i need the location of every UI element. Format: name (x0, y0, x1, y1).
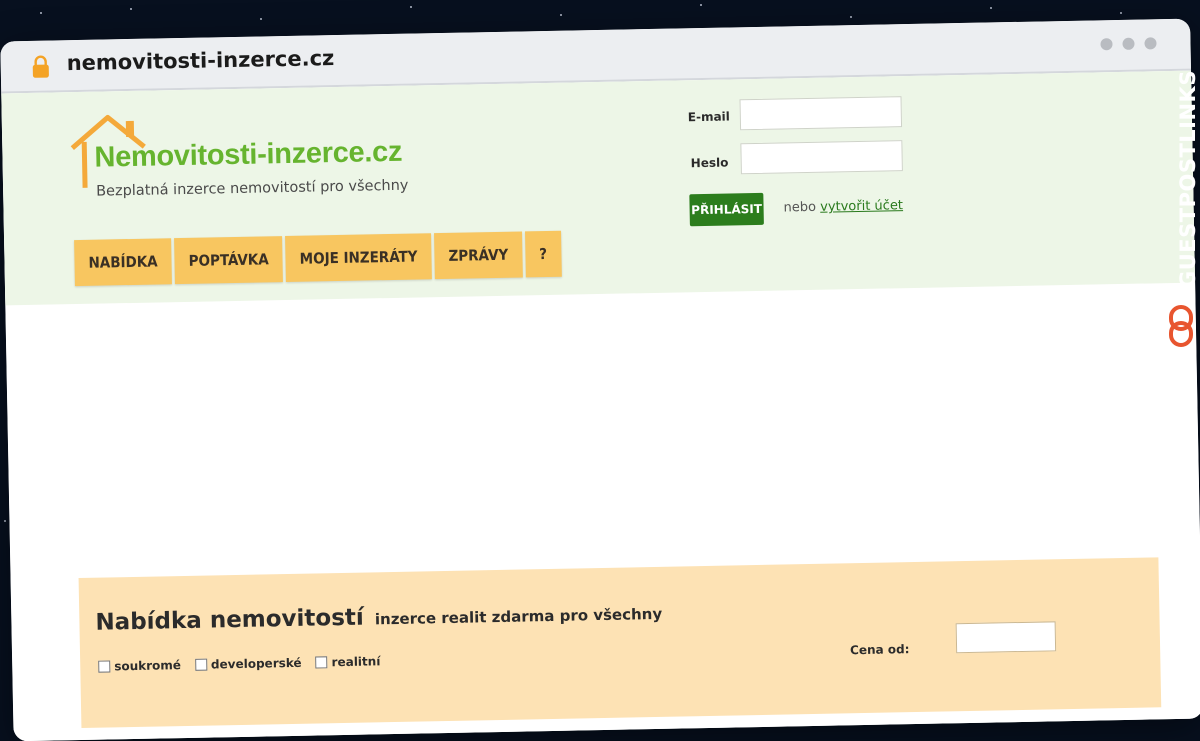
offers-subtitle: inzerce realit zdarma pro všechny (374, 604, 663, 629)
guestpostlinks-watermark: GUESTPOSTLINKS (1162, 58, 1200, 358)
checkbox[interactable] (98, 660, 111, 673)
window-dot-icon[interactable] (1100, 38, 1113, 51)
nav-zpravy[interactable]: ZPRÁVY (434, 231, 523, 280)
window-dot-icon[interactable] (1144, 37, 1157, 50)
chain-link-icon (1169, 305, 1193, 347)
email-label: E-mail (687, 109, 730, 125)
checkbox-label: developerské (210, 655, 302, 672)
filter-realitni[interactable]: realitní (315, 654, 380, 669)
offers-panel: Nabídka nemovitostí inzerce realit zdarm… (78, 557, 1162, 729)
nav-help[interactable]: ? (524, 230, 562, 278)
filter-soukrome[interactable]: soukromé (98, 658, 181, 674)
main-navigation: NABÍDKA POPTÁVKA MOJE INZERÁTY ZPRÁVY ? (74, 230, 562, 287)
address-bar-url[interactable]: nemovitosti-inzerce.cz (66, 46, 334, 75)
nav-nabidka[interactable]: NABÍDKA (74, 238, 173, 287)
checkbox[interactable] (194, 658, 208, 671)
window-controls (1100, 37, 1157, 51)
create-account-link[interactable]: vytvořit účet (820, 198, 903, 215)
price-from-label: Cena od: (849, 642, 910, 658)
offers-title: Nabídka nemovitostí (95, 604, 365, 636)
web-page: Nemovitosti-inzerce.cz Bezplatná inzerce… (1, 70, 1200, 741)
password-field[interactable] (740, 140, 903, 175)
login-button[interactable]: PŘIHLÁSIT (689, 192, 764, 227)
offers-heading: Nabídka nemovitostí inzerce realit zdarm… (95, 599, 662, 636)
browser-window: nemovitosti-inzerce.cz Nemovitosti-inzer… (0, 18, 1200, 741)
email-field[interactable] (739, 96, 903, 131)
password-label: Heslo (690, 155, 729, 171)
checkbox-label: realitní (331, 654, 381, 670)
watermark-text: GUESTPOSTLINKS (1176, 70, 1200, 288)
window-dot-icon[interactable] (1122, 37, 1135, 50)
logo-title: Nemovitosti-inzerce.cz (94, 135, 403, 174)
lock-icon (32, 55, 49, 78)
login-form: E-mail Heslo PŘIHLÁSIT nebo vytvořit úče… (677, 93, 940, 248)
or-text: nebo (783, 199, 817, 216)
filter-developerske[interactable]: developerské (194, 655, 302, 672)
checkbox[interactable] (315, 656, 328, 669)
register-prompt: nebo vytvořit účet (783, 198, 903, 215)
site-header: Nemovitosti-inzerce.cz Bezplatná inzerce… (1, 70, 1196, 306)
nav-poptavka[interactable]: POPTÁVKA (174, 236, 284, 285)
nav-moje-inzeraty[interactable]: MOJE INZERÁTY (285, 233, 432, 283)
site-logo[interactable]: Nemovitosti-inzerce.cz Bezplatná inzerce… (68, 105, 430, 222)
checkbox-label: soukromé (114, 658, 182, 674)
seller-type-filters: soukromé developerské realitní (98, 654, 380, 673)
price-from-field[interactable] (955, 621, 1057, 654)
